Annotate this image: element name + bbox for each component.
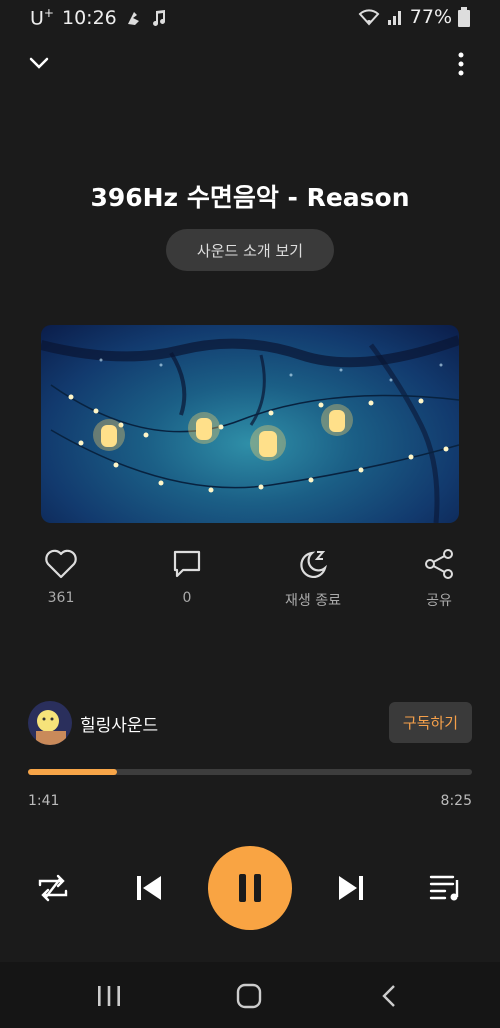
status-left: U+ 10:26	[30, 6, 167, 29]
action-row: 361 0 재생 종료 공유	[0, 548, 500, 618]
share-button[interactable]: 공유	[384, 548, 494, 610]
album-art	[41, 325, 459, 523]
album-art-image	[41, 335, 459, 523]
chevron-down-icon[interactable]	[28, 52, 50, 74]
comment-icon	[173, 550, 201, 578]
recents-icon[interactable]	[96, 984, 122, 1008]
playback-controls	[0, 846, 500, 930]
share-label: 공유	[426, 593, 452, 609]
status-right: 77%	[358, 6, 470, 28]
progress-fill	[28, 769, 117, 775]
track-title: 396Hz 수면음악 - Reason	[90, 183, 410, 212]
progress-bar[interactable]	[28, 769, 472, 775]
total-time: 8:25	[440, 793, 472, 809]
back-icon[interactable]	[380, 984, 400, 1008]
current-time: 1:41	[28, 793, 60, 809]
more-vert-icon[interactable]	[454, 52, 468, 76]
carrier-text: U	[30, 7, 44, 30]
subscribe-button[interactable]: 구독하기	[389, 702, 472, 743]
heart-icon	[45, 549, 77, 579]
clock: 10:26	[61, 6, 117, 29]
battery-percent: 77%	[409, 6, 452, 28]
next-icon[interactable]	[335, 872, 367, 904]
channel-name: 힐링사운드	[80, 715, 159, 736]
sound-intro-button[interactable]: 사운드 소개 보기	[166, 229, 334, 271]
home-icon[interactable]	[236, 983, 262, 1009]
playlist-icon[interactable]	[428, 872, 464, 904]
comment-count: 0	[182, 590, 192, 606]
pause-button[interactable]	[208, 846, 292, 930]
sleep-timer-label: 재생 종료	[285, 593, 341, 609]
channel-info[interactable]: 힐링사운드	[28, 701, 158, 745]
sleep-timer-button[interactable]: 재생 종료	[258, 548, 368, 610]
avatar	[28, 701, 72, 745]
carrier: U+	[30, 6, 54, 29]
music-note-icon	[152, 9, 165, 26]
sleep-timer-icon	[300, 551, 327, 578]
signal-icon	[387, 11, 401, 25]
notification-app-icon	[127, 11, 139, 25]
carrier-sup: +	[43, 6, 54, 20]
like-count: 361	[47, 590, 75, 606]
status-bar: U+ 10:26 77%	[0, 0, 500, 38]
system-nav-bar	[0, 962, 500, 1028]
previous-icon[interactable]	[133, 872, 165, 904]
repeat-icon[interactable]	[36, 871, 70, 905]
wifi-icon	[358, 9, 380, 26]
share-icon	[425, 549, 453, 579]
pause-icon	[239, 874, 261, 902]
comment-button[interactable]: 0	[132, 548, 242, 606]
like-button[interactable]: 361	[6, 548, 116, 606]
battery-icon	[458, 7, 470, 27]
